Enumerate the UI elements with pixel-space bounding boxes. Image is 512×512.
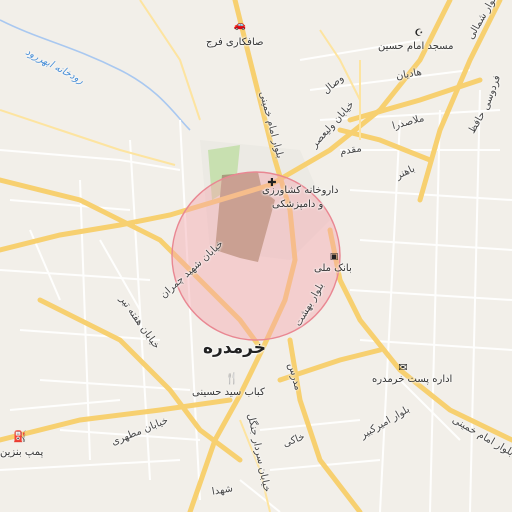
city-label: خرمدره xyxy=(203,338,266,358)
restaurant-icon: 🍴 xyxy=(225,371,239,385)
post-icon: ✉ xyxy=(398,360,408,374)
poi-car-repair[interactable]: صافکاری فرج xyxy=(206,38,263,48)
poi-gas-station[interactable]: پمپ بنزین xyxy=(0,448,43,458)
fuel-icon: ⛽ xyxy=(13,429,27,443)
car-icon: 🚗 xyxy=(233,20,247,31)
poi-mosque[interactable]: مسجد امام حسین xyxy=(378,42,453,52)
poi-post-office[interactable]: اداره پست خرمدره xyxy=(372,375,452,385)
poi-pharmacy-line1[interactable]: داروخانه کشاورزی xyxy=(262,186,338,196)
map-canvas[interactable]: 🚗 ☪ ✚ ▣ ✉ 🍴 ⛽ صافکاری فرج مسجد امام حسین… xyxy=(0,0,512,512)
poi-bank[interactable]: بانک ملی xyxy=(314,264,352,274)
poi-kebab[interactable]: کباب سید حسینی xyxy=(192,388,265,398)
mosque-icon: ☪ xyxy=(414,28,424,39)
poi-pharmacy-line2[interactable]: و دامپزشکی xyxy=(272,200,323,210)
bank-icon: ▣ xyxy=(329,251,339,262)
